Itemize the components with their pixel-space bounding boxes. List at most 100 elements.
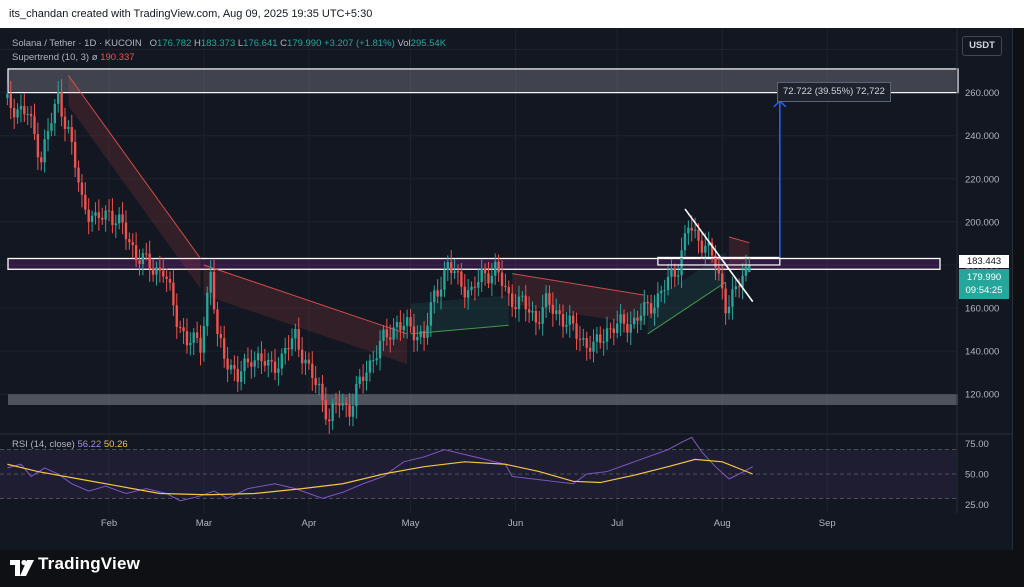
candle-up[interactable] <box>114 223 117 226</box>
candle-down[interactable] <box>77 167 80 183</box>
candle-down[interactable] <box>510 293 514 307</box>
candle-down[interactable] <box>101 217 104 220</box>
candle-up[interactable] <box>317 383 321 386</box>
candle-up[interactable] <box>141 253 145 264</box>
candle-up[interactable] <box>683 233 687 251</box>
candle-up[interactable] <box>294 328 297 339</box>
candle-up[interactable] <box>531 310 534 313</box>
candle-up[interactable] <box>192 332 195 343</box>
candle-up[interactable] <box>565 324 568 327</box>
candle-down[interactable] <box>463 286 466 298</box>
candle-up[interactable] <box>57 92 60 104</box>
candle-down[interactable] <box>737 286 741 288</box>
candle-down[interactable] <box>450 262 453 273</box>
candle-down[interactable] <box>321 383 324 401</box>
candle-down[interactable] <box>311 363 314 379</box>
candle-up[interactable] <box>429 302 433 326</box>
candle-up[interactable] <box>358 376 361 385</box>
candle-up[interactable] <box>592 341 595 352</box>
candle-up[interactable] <box>582 338 585 340</box>
candle-down[interactable] <box>487 273 490 284</box>
candle-up[interactable] <box>94 212 97 216</box>
candle-down[interactable] <box>500 272 504 286</box>
candle-down[interactable] <box>131 242 134 246</box>
candle-down[interactable] <box>551 304 555 314</box>
candle-down[interactable] <box>700 240 704 253</box>
candle-down[interactable] <box>456 271 460 273</box>
candle-up[interactable] <box>419 330 422 337</box>
candle-up[interactable] <box>443 270 446 290</box>
candle-down[interactable] <box>721 273 724 289</box>
candle-up[interactable] <box>243 358 246 372</box>
candle-down[interactable] <box>558 310 561 315</box>
candle-up[interactable] <box>670 269 673 277</box>
candle-down[interactable] <box>497 261 500 273</box>
candle-up[interactable] <box>629 324 632 333</box>
candle-down[interactable] <box>389 337 392 340</box>
candle-down[interactable] <box>63 116 67 129</box>
candle-down[interactable] <box>385 329 389 338</box>
candle-down[interactable] <box>348 404 351 417</box>
candle-down[interactable] <box>578 338 582 340</box>
candle-up[interactable] <box>382 329 385 341</box>
candle-down[interactable] <box>538 322 541 324</box>
candle-down[interactable] <box>300 349 304 364</box>
candle-down[interactable] <box>236 368 239 382</box>
candle-down[interactable] <box>73 142 77 168</box>
candle-up[interactable] <box>341 403 344 406</box>
candle-down[interactable] <box>145 253 148 255</box>
candle-down[interactable] <box>588 347 592 352</box>
candle-down[interactable] <box>575 323 578 339</box>
candle-up[interactable] <box>433 290 436 303</box>
candle-up[interactable] <box>304 359 307 364</box>
candle-up[interactable] <box>477 281 480 288</box>
candle-down[interactable] <box>219 333 223 339</box>
candle-up[interactable] <box>209 271 212 293</box>
candle-up[interactable] <box>392 327 395 340</box>
candle-down[interactable] <box>507 287 510 294</box>
candle-up[interactable] <box>731 289 734 307</box>
candle-up[interactable] <box>355 384 358 407</box>
candle-up[interactable] <box>239 371 243 382</box>
candle-down[interactable] <box>724 288 727 314</box>
rsi-legend[interactable]: RSI (14, close) 56.22 50.26 <box>12 439 128 450</box>
candle-up[interactable] <box>541 307 544 324</box>
candle-up[interactable] <box>748 264 751 272</box>
candle-up[interactable] <box>595 334 599 342</box>
candle-down[interactable] <box>673 269 676 277</box>
candle-down[interactable] <box>548 293 551 305</box>
candle-up[interactable] <box>6 93 9 99</box>
candle-up[interactable] <box>521 295 524 297</box>
candle-down[interactable] <box>273 361 277 373</box>
candle-up[interactable] <box>446 262 450 271</box>
candle-up[interactable] <box>470 286 473 291</box>
candle-down[interactable] <box>212 271 216 310</box>
candle-down[interactable] <box>40 157 43 163</box>
candle-up[interactable] <box>405 317 409 326</box>
candle-down[interactable] <box>182 327 185 332</box>
candle-down[interactable] <box>697 229 700 241</box>
candle-up[interactable] <box>280 353 283 369</box>
candle-down[interactable] <box>287 347 290 350</box>
candle-down[interactable] <box>36 134 40 158</box>
candle-down[interactable] <box>121 214 124 223</box>
candle-down[interactable] <box>324 400 328 420</box>
candle-up[interactable] <box>656 293 660 308</box>
candle-down[interactable] <box>717 267 721 274</box>
chart-area[interactable]: 280.000260.000240.000220.000200.000180.0… <box>0 28 1013 550</box>
candle-down[interactable] <box>334 403 338 405</box>
candle-down[interactable] <box>172 282 175 306</box>
candle-up[interactable] <box>256 353 260 361</box>
candle-up[interactable] <box>616 323 619 334</box>
candle-up[interactable] <box>402 325 405 331</box>
candle-up[interactable] <box>372 360 375 362</box>
candle-down[interactable] <box>148 253 151 269</box>
candle-down[interactable] <box>111 210 114 226</box>
candle-down[interactable] <box>12 107 16 118</box>
candle-down[interactable] <box>314 378 317 386</box>
candle-down[interactable] <box>361 376 365 381</box>
candle-down[interactable] <box>33 116 36 135</box>
candle-up[interactable] <box>253 360 256 367</box>
candle-up[interactable] <box>480 268 483 282</box>
candle-up[interactable] <box>378 340 382 359</box>
